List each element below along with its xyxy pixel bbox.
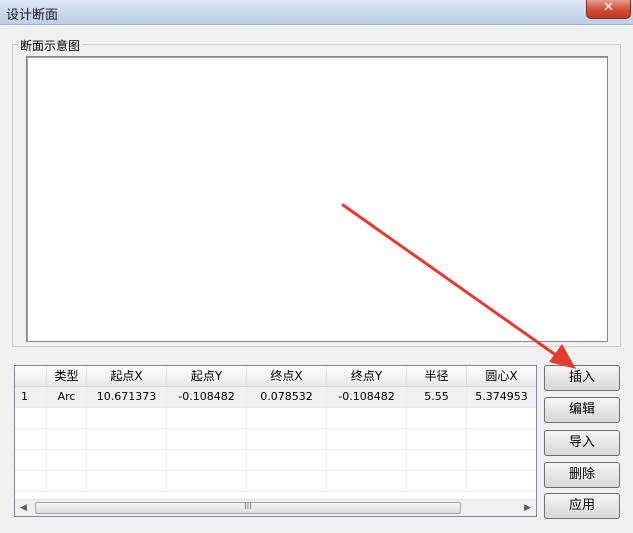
- column-header-start-x[interactable]: 起点X: [87, 366, 167, 386]
- scrollbar-thumb[interactable]: III: [35, 502, 461, 514]
- column-header-end-x[interactable]: 终点X: [247, 366, 327, 386]
- insert-button[interactable]: 插入: [544, 365, 620, 391]
- title-bar[interactable]: 设计断面 ✕: [0, 0, 633, 25]
- cell-end-y: -0.108482: [327, 387, 407, 407]
- empty-row: [15, 408, 536, 429]
- cell-start-x: 10.671373: [87, 387, 167, 407]
- column-header-radius[interactable]: 半径: [407, 366, 467, 386]
- segment-list[interactable]: 类型 起点X 起点Y 终点X 终点Y 半径 圆心X 1 Arc 10.67137…: [14, 365, 537, 517]
- column-header-index[interactable]: [15, 366, 47, 386]
- list-header: 类型 起点X 起点Y 终点X 终点Y 半径 圆心X: [15, 366, 536, 387]
- section-diagram-label: 断面示意图: [18, 37, 83, 54]
- edit-button[interactable]: 编辑: [544, 397, 620, 423]
- window-title: 设计断面: [6, 8, 59, 23]
- close-button[interactable]: ✕: [586, 0, 631, 19]
- scroll-left-icon[interactable]: ◀: [15, 500, 32, 516]
- cell-type: Arc: [47, 387, 87, 407]
- scroll-right-icon[interactable]: ▶: [519, 500, 536, 516]
- column-header-type[interactable]: 类型: [47, 366, 87, 386]
- cell-center-x: 5.374953: [475, 390, 528, 403]
- empty-row: [15, 429, 536, 450]
- table-row[interactable]: 1 Arc 10.671373 -0.108482 0.078532 -0.10…: [15, 387, 536, 408]
- column-header-start-y[interactable]: 起点Y: [167, 366, 247, 386]
- horizontal-scrollbar[interactable]: ◀ III ▶: [15, 499, 536, 516]
- cell-radius: 5.55: [407, 387, 467, 407]
- empty-row: [15, 450, 536, 471]
- delete-button[interactable]: 删除: [544, 462, 620, 488]
- column-header-end-y[interactable]: 终点Y: [327, 366, 407, 386]
- cell-index: 1: [15, 387, 47, 407]
- empty-row: [15, 471, 536, 492]
- dialog-window: 设计断面 ✕ 断面示意图 类型 起点X 起点Y 终点X 终点Y 半径 圆心X 1…: [0, 0, 633, 533]
- cell-start-y: -0.108482: [167, 387, 247, 407]
- apply-button[interactable]: 应用: [544, 493, 620, 519]
- cell-end-x: 0.078532: [247, 387, 327, 407]
- column-header-center-x[interactable]: 圆心X: [467, 366, 536, 386]
- section-preview-canvas: [26, 56, 608, 342]
- import-button[interactable]: 导入: [544, 430, 620, 456]
